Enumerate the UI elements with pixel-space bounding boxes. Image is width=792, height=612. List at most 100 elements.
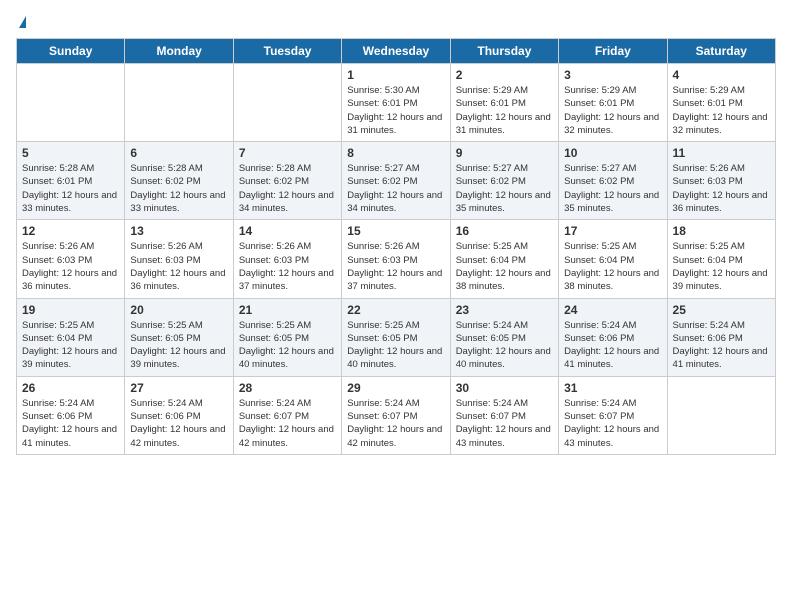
day-info: Sunrise: 5:24 AM Sunset: 6:06 PM Dayligh…: [22, 397, 119, 450]
calendar-header-row: Sunday Monday Tuesday Wednesday Thursday…: [17, 39, 776, 64]
day-info: Sunrise: 5:24 AM Sunset: 6:07 PM Dayligh…: [347, 397, 444, 450]
day-info: Sunrise: 5:26 AM Sunset: 6:03 PM Dayligh…: [239, 240, 336, 293]
day-info: Sunrise: 5:28 AM Sunset: 6:02 PM Dayligh…: [130, 162, 227, 215]
day-info: Sunrise: 5:24 AM Sunset: 6:06 PM Dayligh…: [130, 397, 227, 450]
col-sunday: Sunday: [17, 39, 125, 64]
calendar-table: Sunday Monday Tuesday Wednesday Thursday…: [16, 38, 776, 455]
day-info: Sunrise: 5:25 AM Sunset: 6:04 PM Dayligh…: [22, 319, 119, 372]
day-number: 12: [22, 224, 119, 238]
day-number: 28: [239, 381, 336, 395]
day-number: 2: [456, 68, 553, 82]
day-number: 11: [673, 146, 770, 160]
table-row: 11 Sunrise: 5:26 AM Sunset: 6:03 PM Dayli…: [667, 142, 775, 220]
calendar-week-row: 19 Sunrise: 5:25 AM Sunset: 6:04 PM Dayli…: [17, 298, 776, 376]
table-row: 18 Sunrise: 5:25 AM Sunset: 6:04 PM Dayli…: [667, 220, 775, 298]
day-info: Sunrise: 5:25 AM Sunset: 6:05 PM Dayligh…: [130, 319, 227, 372]
day-number: 10: [564, 146, 661, 160]
table-row: 23Sunrise: 5:24 AM Sunset: 6:05 PM Dayli…: [450, 298, 558, 376]
table-row: 13Sunrise: 5:26 AM Sunset: 6:03 PM Dayli…: [125, 220, 233, 298]
day-number: 27: [130, 381, 227, 395]
table-row: 5 Sunrise: 5:28 AM Sunset: 6:01 PM Daylig…: [17, 142, 125, 220]
logo: [16, 16, 26, 30]
day-number: 18: [673, 224, 770, 238]
table-row: [125, 64, 233, 142]
day-number: 20: [130, 303, 227, 317]
calendar-week-row: 5 Sunrise: 5:28 AM Sunset: 6:01 PM Daylig…: [17, 142, 776, 220]
table-row: 4 Sunrise: 5:29 AM Sunset: 6:01 PM Daylig…: [667, 64, 775, 142]
day-info: Sunrise: 5:24 AM Sunset: 6:07 PM Dayligh…: [239, 397, 336, 450]
day-info: Sunrise: 5:26 AM Sunset: 6:03 PM Dayligh…: [347, 240, 444, 293]
table-row: 10 Sunrise: 5:27 AM Sunset: 6:02 PM Dayli…: [559, 142, 667, 220]
col-monday: Monday: [125, 39, 233, 64]
day-info: Sunrise: 5:27 AM Sunset: 6:02 PM Dayligh…: [456, 162, 553, 215]
day-info: Sunrise: 5:29 AM Sunset: 6:01 PM Dayligh…: [673, 84, 770, 137]
day-number: 21: [239, 303, 336, 317]
table-row: 2 Sunrise: 5:29 AM Sunset: 6:01 PM Daylig…: [450, 64, 558, 142]
day-number: 5: [22, 146, 119, 160]
col-friday: Friday: [559, 39, 667, 64]
day-number: 9: [456, 146, 553, 160]
table-row: 22Sunrise: 5:25 AM Sunset: 6:05 PM Dayli…: [342, 298, 450, 376]
table-row: 24Sunrise: 5:24 AM Sunset: 6:06 PM Dayli…: [559, 298, 667, 376]
day-number: 31: [564, 381, 661, 395]
calendar-week-row: 26 Sunrise: 5:24 AM Sunset: 6:06 PM Dayli…: [17, 376, 776, 454]
table-row: 1Sunrise: 5:30 AM Sunset: 6:01 PM Daylig…: [342, 64, 450, 142]
day-info: Sunrise: 5:30 AM Sunset: 6:01 PM Dayligh…: [347, 84, 444, 137]
table-row: 30 Sunrise: 5:24 AM Sunset: 6:07 PM Dayli…: [450, 376, 558, 454]
day-number: 7: [239, 146, 336, 160]
table-row: 25Sunrise: 5:24 AM Sunset: 6:06 PM Dayli…: [667, 298, 775, 376]
day-number: 8: [347, 146, 444, 160]
day-number: 19: [22, 303, 119, 317]
day-info: Sunrise: 5:24 AM Sunset: 6:06 PM Dayligh…: [673, 319, 770, 372]
table-row: 28 Sunrise: 5:24 AM Sunset: 6:07 PM Dayli…: [233, 376, 341, 454]
day-number: 3: [564, 68, 661, 82]
table-row: 8Sunrise: 5:27 AM Sunset: 6:02 PM Daylig…: [342, 142, 450, 220]
day-info: Sunrise: 5:26 AM Sunset: 6:03 PM Dayligh…: [22, 240, 119, 293]
col-saturday: Saturday: [667, 39, 775, 64]
table-row: 21 Sunrise: 5:25 AM Sunset: 6:05 PM Dayli…: [233, 298, 341, 376]
day-number: 26: [22, 381, 119, 395]
calendar-week-row: 1Sunrise: 5:30 AM Sunset: 6:01 PM Daylig…: [17, 64, 776, 142]
day-number: 30: [456, 381, 553, 395]
day-info: Sunrise: 5:25 AM Sunset: 6:05 PM Dayligh…: [239, 319, 336, 372]
page-header: [16, 16, 776, 30]
day-number: 16: [456, 224, 553, 238]
table-row: [667, 376, 775, 454]
day-info: Sunrise: 5:28 AM Sunset: 6:02 PM Dayligh…: [239, 162, 336, 215]
table-row: 6 Sunrise: 5:28 AM Sunset: 6:02 PM Daylig…: [125, 142, 233, 220]
day-info: Sunrise: 5:25 AM Sunset: 6:04 PM Dayligh…: [673, 240, 770, 293]
day-info: Sunrise: 5:25 AM Sunset: 6:05 PM Dayligh…: [347, 319, 444, 372]
day-info: Sunrise: 5:25 AM Sunset: 6:04 PM Dayligh…: [564, 240, 661, 293]
day-number: 6: [130, 146, 227, 160]
day-number: 4: [673, 68, 770, 82]
day-number: 17: [564, 224, 661, 238]
table-row: [17, 64, 125, 142]
table-row: [233, 64, 341, 142]
calendar-week-row: 12 Sunrise: 5:26 AM Sunset: 6:03 PM Dayli…: [17, 220, 776, 298]
table-row: 26 Sunrise: 5:24 AM Sunset: 6:06 PM Dayli…: [17, 376, 125, 454]
day-number: 23: [456, 303, 553, 317]
day-info: Sunrise: 5:24 AM Sunset: 6:07 PM Dayligh…: [564, 397, 661, 450]
day-info: Sunrise: 5:25 AM Sunset: 6:04 PM Dayligh…: [456, 240, 553, 293]
day-info: Sunrise: 5:24 AM Sunset: 6:07 PM Dayligh…: [456, 397, 553, 450]
table-row: 12 Sunrise: 5:26 AM Sunset: 6:03 PM Dayli…: [17, 220, 125, 298]
day-number: 24: [564, 303, 661, 317]
table-row: 20 Sunrise: 5:25 AM Sunset: 6:05 PM Dayli…: [125, 298, 233, 376]
table-row: 27 Sunrise: 5:24 AM Sunset: 6:06 PM Dayli…: [125, 376, 233, 454]
table-row: 9 Sunrise: 5:27 AM Sunset: 6:02 PM Daylig…: [450, 142, 558, 220]
day-number: 29: [347, 381, 444, 395]
table-row: 15Sunrise: 5:26 AM Sunset: 6:03 PM Dayli…: [342, 220, 450, 298]
col-wednesday: Wednesday: [342, 39, 450, 64]
table-row: 3 Sunrise: 5:29 AM Sunset: 6:01 PM Daylig…: [559, 64, 667, 142]
col-tuesday: Tuesday: [233, 39, 341, 64]
day-info: Sunrise: 5:27 AM Sunset: 6:02 PM Dayligh…: [564, 162, 661, 215]
day-info: Sunrise: 5:26 AM Sunset: 6:03 PM Dayligh…: [130, 240, 227, 293]
table-row: 31 Sunrise: 5:24 AM Sunset: 6:07 PM Dayli…: [559, 376, 667, 454]
table-row: 14 Sunrise: 5:26 AM Sunset: 6:03 PM Dayli…: [233, 220, 341, 298]
day-info: Sunrise: 5:29 AM Sunset: 6:01 PM Dayligh…: [456, 84, 553, 137]
day-info: Sunrise: 5:26 AM Sunset: 6:03 PM Dayligh…: [673, 162, 770, 215]
day-info: Sunrise: 5:28 AM Sunset: 6:01 PM Dayligh…: [22, 162, 119, 215]
day-info: Sunrise: 5:29 AM Sunset: 6:01 PM Dayligh…: [564, 84, 661, 137]
day-number: 14: [239, 224, 336, 238]
table-row: 7 Sunrise: 5:28 AM Sunset: 6:02 PM Daylig…: [233, 142, 341, 220]
